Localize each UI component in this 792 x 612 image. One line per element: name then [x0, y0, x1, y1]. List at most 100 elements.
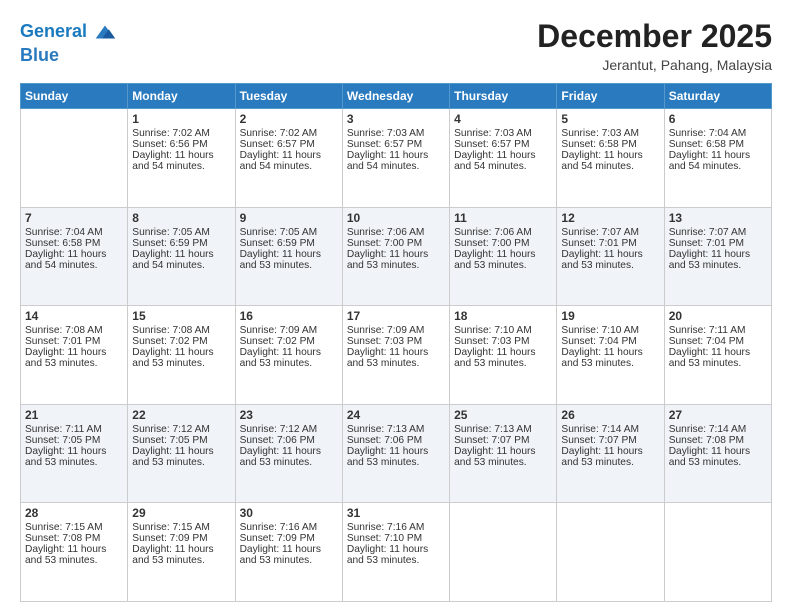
month-title: December 2025 — [537, 18, 772, 55]
daylight-text: Daylight: 11 hours and 53 minutes. — [669, 249, 750, 271]
sunset-text: Sunset: 7:03 PM — [454, 336, 529, 347]
sunset-text: Sunset: 7:01 PM — [25, 336, 100, 347]
week-row-4: 21Sunrise: 7:11 AMSunset: 7:05 PMDayligh… — [21, 404, 772, 503]
day-header-monday: Monday — [128, 84, 235, 109]
day-number: 7 — [25, 211, 123, 225]
sunset-text: Sunset: 7:10 PM — [347, 533, 422, 544]
daylight-text: Daylight: 11 hours and 54 minutes. — [669, 150, 750, 172]
calendar-cell: 6Sunrise: 7:04 AMSunset: 6:58 PMDaylight… — [664, 109, 771, 208]
daylight-text: Daylight: 11 hours and 53 minutes. — [454, 347, 535, 369]
calendar-cell: 8Sunrise: 7:05 AMSunset: 6:59 PMDaylight… — [128, 207, 235, 306]
day-number: 3 — [347, 112, 445, 126]
day-number: 26 — [561, 408, 659, 422]
day-number: 30 — [240, 506, 338, 520]
day-number: 14 — [25, 309, 123, 323]
day-number: 16 — [240, 309, 338, 323]
sunset-text: Sunset: 7:07 PM — [454, 435, 529, 446]
calendar-cell: 15Sunrise: 7:08 AMSunset: 7:02 PMDayligh… — [128, 306, 235, 405]
header-row: SundayMondayTuesdayWednesdayThursdayFrid… — [21, 84, 772, 109]
location: Jerantut, Pahang, Malaysia — [537, 57, 772, 73]
day-number: 23 — [240, 408, 338, 422]
calendar-cell: 28Sunrise: 7:15 AMSunset: 7:08 PMDayligh… — [21, 503, 128, 602]
calendar-cell: 16Sunrise: 7:09 AMSunset: 7:02 PMDayligh… — [235, 306, 342, 405]
sunset-text: Sunset: 7:00 PM — [347, 238, 422, 249]
calendar-cell: 10Sunrise: 7:06 AMSunset: 7:00 PMDayligh… — [342, 207, 449, 306]
calendar-cell: 13Sunrise: 7:07 AMSunset: 7:01 PMDayligh… — [664, 207, 771, 306]
sunrise-text: Sunrise: 7:09 AM — [240, 325, 318, 336]
sunrise-text: Sunrise: 7:06 AM — [454, 227, 532, 238]
calendar-cell: 21Sunrise: 7:11 AMSunset: 7:05 PMDayligh… — [21, 404, 128, 503]
day-header-tuesday: Tuesday — [235, 84, 342, 109]
calendar-cell — [557, 503, 664, 602]
sunrise-text: Sunrise: 7:04 AM — [25, 227, 103, 238]
daylight-text: Daylight: 11 hours and 53 minutes. — [454, 446, 535, 468]
daylight-text: Daylight: 11 hours and 53 minutes. — [25, 347, 106, 369]
daylight-text: Daylight: 11 hours and 54 minutes. — [25, 249, 106, 271]
sunset-text: Sunset: 7:09 PM — [132, 533, 207, 544]
day-number: 21 — [25, 408, 123, 422]
day-number: 9 — [240, 211, 338, 225]
sunrise-text: Sunrise: 7:07 AM — [561, 227, 639, 238]
daylight-text: Daylight: 11 hours and 54 minutes. — [132, 150, 213, 172]
day-number: 17 — [347, 309, 445, 323]
daylight-text: Daylight: 11 hours and 53 minutes. — [25, 446, 106, 468]
daylight-text: Daylight: 11 hours and 53 minutes. — [454, 249, 535, 271]
day-number: 22 — [132, 408, 230, 422]
week-row-1: 1Sunrise: 7:02 AMSunset: 6:56 PMDaylight… — [21, 109, 772, 208]
calendar-cell: 5Sunrise: 7:03 AMSunset: 6:58 PMDaylight… — [557, 109, 664, 208]
sunrise-text: Sunrise: 7:03 AM — [561, 128, 639, 139]
sunrise-text: Sunrise: 7:03 AM — [454, 128, 532, 139]
sunset-text: Sunset: 7:06 PM — [240, 435, 315, 446]
sunset-text: Sunset: 7:08 PM — [669, 435, 744, 446]
sunset-text: Sunset: 7:05 PM — [25, 435, 100, 446]
day-number: 6 — [669, 112, 767, 126]
sunset-text: Sunset: 6:58 PM — [561, 139, 636, 150]
day-header-sunday: Sunday — [21, 84, 128, 109]
sunrise-text: Sunrise: 7:13 AM — [454, 424, 532, 435]
sunrise-text: Sunrise: 7:15 AM — [25, 522, 103, 533]
daylight-text: Daylight: 11 hours and 53 minutes. — [240, 446, 321, 468]
calendar-cell — [664, 503, 771, 602]
daylight-text: Daylight: 11 hours and 53 minutes. — [347, 249, 428, 271]
day-header-thursday: Thursday — [450, 84, 557, 109]
calendar-cell: 30Sunrise: 7:16 AMSunset: 7:09 PMDayligh… — [235, 503, 342, 602]
sunset-text: Sunset: 7:03 PM — [347, 336, 422, 347]
daylight-text: Daylight: 11 hours and 54 minutes. — [454, 150, 535, 172]
logo: General Blue — [20, 18, 119, 66]
daylight-text: Daylight: 11 hours and 53 minutes. — [132, 544, 213, 566]
daylight-text: Daylight: 11 hours and 54 minutes. — [561, 150, 642, 172]
sunset-text: Sunset: 6:59 PM — [240, 238, 315, 249]
day-number: 10 — [347, 211, 445, 225]
sunset-text: Sunset: 7:05 PM — [132, 435, 207, 446]
sunrise-text: Sunrise: 7:10 AM — [561, 325, 639, 336]
week-row-2: 7Sunrise: 7:04 AMSunset: 6:58 PMDaylight… — [21, 207, 772, 306]
calendar-cell: 3Sunrise: 7:03 AMSunset: 6:57 PMDaylight… — [342, 109, 449, 208]
daylight-text: Daylight: 11 hours and 54 minutes. — [132, 249, 213, 271]
daylight-text: Daylight: 11 hours and 53 minutes. — [561, 249, 642, 271]
sunrise-text: Sunrise: 7:04 AM — [669, 128, 747, 139]
sunset-text: Sunset: 6:56 PM — [132, 139, 207, 150]
daylight-text: Daylight: 11 hours and 53 minutes. — [561, 347, 642, 369]
sunrise-text: Sunrise: 7:05 AM — [132, 227, 210, 238]
sunset-text: Sunset: 7:07 PM — [561, 435, 636, 446]
sunset-text: Sunset: 7:02 PM — [240, 336, 315, 347]
calendar-cell: 24Sunrise: 7:13 AMSunset: 7:06 PMDayligh… — [342, 404, 449, 503]
day-number: 25 — [454, 408, 552, 422]
calendar-cell: 1Sunrise: 7:02 AMSunset: 6:56 PMDaylight… — [128, 109, 235, 208]
sunset-text: Sunset: 7:08 PM — [25, 533, 100, 544]
calendar-cell: 31Sunrise: 7:16 AMSunset: 7:10 PMDayligh… — [342, 503, 449, 602]
sunrise-text: Sunrise: 7:02 AM — [240, 128, 318, 139]
daylight-text: Daylight: 11 hours and 54 minutes. — [347, 150, 428, 172]
sunrise-text: Sunrise: 7:16 AM — [347, 522, 425, 533]
sunrise-text: Sunrise: 7:08 AM — [25, 325, 103, 336]
sunset-text: Sunset: 6:58 PM — [25, 238, 100, 249]
daylight-text: Daylight: 11 hours and 53 minutes. — [240, 249, 321, 271]
sunrise-text: Sunrise: 7:11 AM — [669, 325, 746, 336]
sunrise-text: Sunrise: 7:14 AM — [561, 424, 639, 435]
calendar-table: SundayMondayTuesdayWednesdayThursdayFrid… — [20, 83, 772, 602]
calendar-cell: 12Sunrise: 7:07 AMSunset: 7:01 PMDayligh… — [557, 207, 664, 306]
day-number: 20 — [669, 309, 767, 323]
sunrise-text: Sunrise: 7:15 AM — [132, 522, 210, 533]
day-number: 11 — [454, 211, 552, 225]
week-row-5: 28Sunrise: 7:15 AMSunset: 7:08 PMDayligh… — [21, 503, 772, 602]
